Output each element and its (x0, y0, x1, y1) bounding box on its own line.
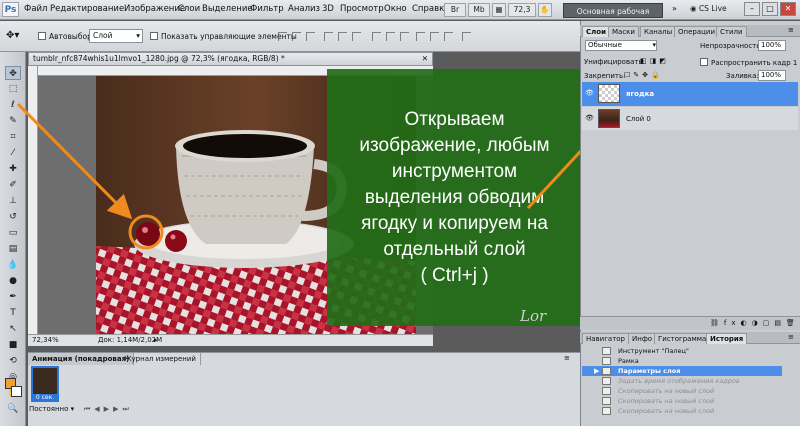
history-step-icon (602, 397, 611, 405)
history-step-icon (602, 387, 611, 395)
history-item-label: Скопировать на новый слой (618, 407, 715, 415)
eye-icon[interactable]: 👁 (585, 89, 594, 97)
tab-animation[interactable]: Анимация (покадровая) (28, 353, 135, 365)
eye-icon[interactable]: 👁 (585, 114, 594, 122)
layer-row[interactable]: 👁 Слой 0 (582, 107, 798, 130)
opacity-field[interactable]: 100% (758, 40, 786, 51)
panel-menu-icon[interactable]: ≡ (788, 26, 794, 34)
panel-menu-icon[interactable]: ≡ (788, 333, 794, 341)
history-step-icon (602, 377, 611, 385)
fill-label: Заливка: (726, 72, 759, 80)
tab-measurement-log[interactable]: Журнал измерений (120, 353, 201, 365)
layer-name[interactable]: Слой 0 (626, 115, 651, 123)
unify-label: Унифицировать: (584, 58, 645, 66)
history-item-dimmed[interactable]: Скопировать на новый слой (582, 386, 782, 396)
history-item-selected[interactable]: Параметры слоя (582, 366, 782, 376)
frame-time[interactable]: 0 сек. (31, 394, 59, 402)
history-step-icon (602, 347, 611, 355)
tab-navigator[interactable]: Навигатор (582, 333, 629, 344)
history-item-label: Скопировать на новый слой (618, 397, 715, 405)
tab-histogram[interactable]: Гистограмма (654, 333, 711, 344)
history-item-dimmed[interactable]: Скопировать на новый слой (582, 406, 782, 416)
tab-layers[interactable]: Слои (582, 26, 610, 37)
blend-mode-dropdown[interactable]: Обычные ▾ (585, 40, 657, 51)
layers-panel-tabs: Слои Маски Каналы Операции Стили ≡ (580, 25, 800, 37)
tab-history[interactable]: История (706, 333, 748, 344)
tab-info[interactable]: Инфо (628, 333, 657, 344)
propagate-checkbox[interactable]: Распространить кадр 1 (700, 58, 797, 67)
animation-panel: Анимация (покадровая) Журнал измерений ≡ (28, 352, 580, 426)
loop-value: Постоянно (29, 405, 69, 413)
berry-highlight-circle (128, 214, 164, 250)
arrow-to-berry (16, 102, 133, 220)
history-step-icon (602, 367, 611, 375)
history-item-label: Скопировать на новый слой (618, 387, 715, 395)
history-item[interactable]: Инструмент "Палец" (582, 346, 782, 356)
layer-row-selected[interactable]: 👁 ягодка (582, 82, 798, 106)
chevron-down-icon: ▾ (652, 41, 656, 49)
history-item-label: Параметры слоя (618, 367, 681, 375)
layer-actions-icons[interactable]: ⛓fx◐◑▢▤🗑 (710, 319, 800, 327)
layers-panel-footer: ⛓fx◐◑▢▤🗑 (580, 316, 800, 330)
history-step-icon (602, 407, 611, 415)
tab-styles[interactable]: Стили (716, 26, 747, 37)
history-step-icon (602, 357, 611, 365)
lock-label: Закрепить: (584, 72, 626, 80)
history-item-label: Рамка (618, 357, 639, 365)
history-item[interactable]: Рамка (582, 356, 782, 366)
tab-masks[interactable]: Маски (608, 26, 639, 37)
lock-icons[interactable]: ☐✎✥🔒 (624, 71, 663, 79)
history-panel-tabs: Навигатор Инфо Гистограмма История ≡ (580, 332, 800, 344)
blend-mode-value: Обычные (588, 41, 622, 49)
checkbox-icon (700, 58, 708, 66)
history-state-marker-icon: ▶ (594, 367, 600, 375)
playback-controls[interactable]: ⏮◀▶▶⏭ (84, 405, 133, 414)
tab-actions[interactable]: Операции (674, 26, 719, 37)
tab-channels[interactable]: Каналы (640, 26, 677, 37)
unify-icons[interactable]: ◧◨◩ (640, 57, 669, 65)
panel-menu-icon[interactable]: ≡ (564, 354, 570, 362)
layer-thumbnail (598, 109, 620, 128)
history-item-label: Задать время отображения кадров (618, 377, 740, 385)
history-item-dimmed[interactable]: Скопировать на новый слой (582, 396, 782, 406)
history-item-dimmed[interactable]: Задать время отображения кадров (582, 376, 782, 386)
history-item-label: Инструмент "Палец" (618, 347, 689, 355)
fill-field[interactable]: 100% (758, 70, 786, 81)
propagate-label: Распространить кадр 1 (711, 59, 798, 67)
opacity-label: Непрозрачность: (700, 42, 763, 50)
layer-thumbnail (598, 84, 620, 103)
layer-name[interactable]: ягодка (626, 90, 654, 98)
loop-dropdown[interactable]: Постоянно ▾ (29, 405, 74, 413)
